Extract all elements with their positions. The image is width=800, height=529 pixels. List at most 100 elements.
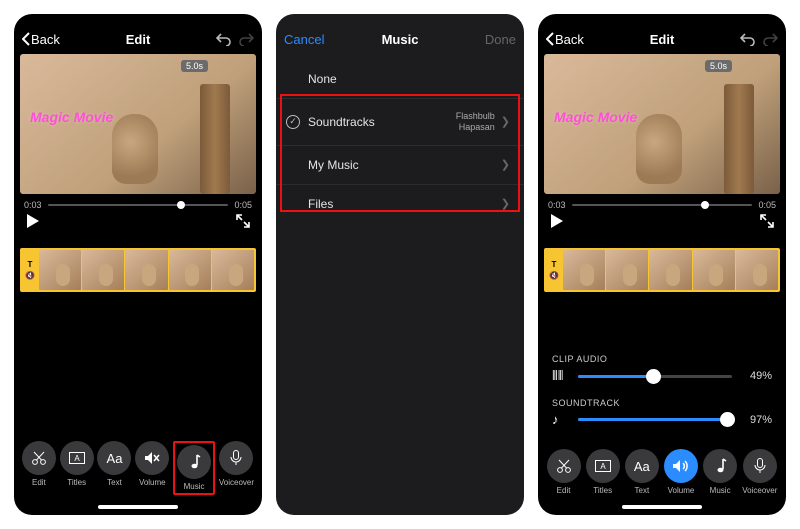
time-current: 0:03 [548, 200, 566, 210]
time-end: 0:05 [234, 200, 252, 210]
clip-thumb[interactable] [736, 250, 778, 290]
volume-mute-icon [144, 451, 160, 465]
soundtrack-label: SOUNDTRACK [552, 398, 772, 408]
clip-timeline[interactable]: T🔇 [544, 248, 780, 292]
tool-edit[interactable]: Edit [22, 441, 56, 495]
redo-button[interactable] [238, 32, 254, 46]
tool-label: Voiceover [742, 486, 777, 495]
titles-icon: A [69, 452, 85, 464]
expand-icon [236, 214, 250, 228]
tool-edit[interactable]: Edit [547, 449, 581, 495]
editor-screen-music-highlight: Back Edit Magic Movie 5.0s 0:03 0:05 T🔇 … [14, 14, 262, 515]
tool-volume[interactable]: Volume [135, 441, 169, 495]
editor-toolbar: Edit A Titles AaText Volume Music Voiceov… [538, 441, 786, 501]
tool-music[interactable]: Music [173, 441, 215, 495]
undo-button[interactable] [740, 32, 756, 46]
scissors-icon [556, 458, 572, 474]
clip-audio-value: 49% [742, 370, 772, 382]
music-note-icon [187, 454, 201, 470]
back-button[interactable]: Back [22, 32, 60, 47]
checkmark-icon: ✓ [286, 115, 300, 129]
cancel-button[interactable]: Cancel [284, 32, 324, 47]
back-button[interactable]: Back [546, 32, 584, 47]
tool-voiceover[interactable]: Voiceover [742, 449, 777, 495]
nav-title: Edit [650, 32, 675, 47]
redo-button[interactable] [762, 32, 778, 46]
nav-title: Music [382, 32, 419, 47]
clip-thumb[interactable] [649, 250, 691, 290]
svg-text:A: A [600, 462, 606, 471]
scissors-icon [31, 450, 47, 466]
svg-text:A: A [74, 454, 80, 463]
volume-icon [672, 459, 690, 473]
clip-audio-label: CLIP AUDIO [552, 354, 772, 364]
chevron-right-icon: ❯ [501, 197, 510, 210]
play-button[interactable] [550, 214, 564, 228]
preview-scratchpost [200, 84, 230, 194]
scrubber[interactable] [572, 204, 753, 206]
play-icon [550, 214, 564, 228]
status-bar [276, 14, 524, 24]
clip-thumb[interactable] [212, 250, 254, 290]
clip-thumb[interactable] [39, 250, 81, 290]
waveform-icon: ⦀⦀ [552, 368, 568, 384]
editor-toolbar: Edit ATitles AaText Volume Music Voiceov… [14, 433, 262, 501]
play-icon [26, 214, 40, 228]
editor-screen-volume: Back Edit Magic Movie 5.0s 0:03 0:05 T🔇 … [538, 14, 786, 515]
soundtrack-slider[interactable] [578, 418, 732, 421]
tool-label: Music [184, 482, 205, 491]
home-indicator[interactable] [98, 505, 178, 509]
row-label: My Music [308, 158, 359, 172]
clip-thumb[interactable] [693, 250, 735, 290]
video-preview[interactable]: Magic Movie 5.0s [544, 54, 780, 194]
home-indicator[interactable] [622, 505, 702, 509]
tool-voiceover[interactable]: Voiceover [219, 441, 254, 495]
row-none[interactable]: None [276, 60, 524, 99]
nav-bar: Back Edit [14, 24, 262, 54]
row-files[interactable]: Files ❯ [276, 185, 524, 223]
duration-badge: 5.0s [181, 60, 208, 72]
duration-badge: 5.0s [705, 60, 732, 72]
clip-thumb[interactable] [82, 250, 124, 290]
nav-bar: Back Edit [538, 24, 786, 54]
play-button[interactable] [26, 214, 40, 228]
clip-audio-slider[interactable] [578, 375, 732, 378]
clip-thumb[interactable] [169, 250, 211, 290]
done-button[interactable]: Done [485, 32, 516, 47]
music-note-icon: ♪ [552, 412, 568, 427]
preview-scratchpost [724, 84, 754, 194]
clip-thumb[interactable] [125, 250, 167, 290]
chevron-right-icon: ❯ [501, 158, 510, 171]
tool-volume[interactable]: Volume [664, 449, 698, 495]
clip-thumb[interactable] [563, 250, 605, 290]
tool-titles[interactable]: ATitles [60, 441, 94, 495]
undo-icon [216, 32, 232, 46]
tool-titles[interactable]: A Titles [586, 449, 620, 495]
video-preview[interactable]: Magic Movie 5.0s [20, 54, 256, 194]
fullscreen-button[interactable] [760, 214, 774, 228]
volume-panel: CLIP AUDIO ⦀⦀ 49% SOUNDTRACK ♪ 97% [538, 354, 786, 441]
tool-text[interactable]: AaText [97, 441, 131, 495]
fullscreen-button[interactable] [236, 214, 250, 228]
clip-thumb[interactable] [606, 250, 648, 290]
tool-text[interactable]: AaText [625, 449, 659, 495]
row-label: Soundtracks [308, 115, 375, 129]
tool-label: Voiceover [219, 478, 254, 487]
redo-icon [238, 32, 254, 46]
status-bar [14, 14, 262, 24]
expand-icon [760, 214, 774, 228]
clip-timeline[interactable]: T🔇 [20, 248, 256, 292]
scrubber[interactable] [48, 204, 229, 206]
row-subtitle: FlashbulbHapasan [456, 111, 495, 133]
tool-label: Titles [593, 486, 612, 495]
titles-icon: A [595, 460, 611, 472]
row-label: None [308, 72, 337, 86]
tool-label: Edit [32, 478, 46, 487]
row-label: Files [308, 197, 333, 211]
microphone-icon [754, 458, 766, 474]
row-soundtracks[interactable]: ✓ Soundtracks FlashbulbHapasan ❯ [276, 99, 524, 146]
undo-button[interactable] [216, 32, 232, 46]
tool-music[interactable]: Music [703, 449, 737, 495]
row-my-music[interactable]: My Music ❯ [276, 146, 524, 185]
tool-label: Text [107, 478, 122, 487]
